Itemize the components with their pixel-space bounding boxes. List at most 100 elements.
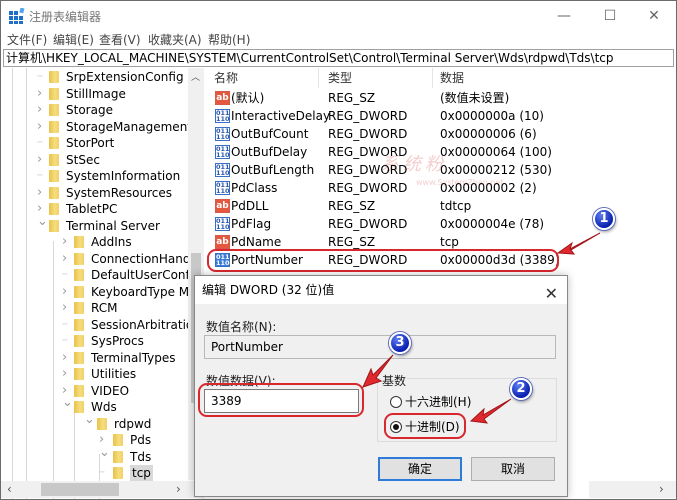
tree-item[interactable]: ─ DefaultUserConfigu <box>1 267 203 284</box>
folder-icon <box>74 236 84 248</box>
value-row[interactable]: 011 110 OutBufDelay REG_DWORD 0x00000064 (10… <box>206 143 676 161</box>
tree-item[interactable]: ⌄ Wds <box>1 395 201 416</box>
scroll-right-icon[interactable]: › <box>176 482 181 496</box>
value-data: 0x00000002 (2) <box>440 181 537 195</box>
tree-item-label: SystemInformation <box>66 169 181 183</box>
expand-chevron-icon[interactable]: › <box>37 185 47 201</box>
column-header-type[interactable]: 类型 <box>328 68 352 88</box>
h-scroll-thumb[interactable] <box>41 483 119 496</box>
dialog-title: 编辑 DWORD (32 位)值 <box>202 283 335 297</box>
expand-chevron-icon[interactable]: › <box>62 251 72 267</box>
menu-edit[interactable]: 编辑(E) <box>53 31 94 48</box>
value-row[interactable]: 011 110 OutBufLength REG_DWORD 0x00000212 (5… <box>206 161 676 179</box>
tree-horizontal-scrollbar[interactable]: ‹ › <box>1 481 204 498</box>
folder-icon <box>49 71 59 83</box>
radio-hex-label: 十六进制(H) <box>405 395 472 409</box>
tree-item[interactable]: › Storage <box>1 102 201 119</box>
tree-item[interactable]: ─ tcp <box>1 465 201 482</box>
minimize-button[interactable]: — <box>541 1 587 31</box>
value-name: InteractiveDelay <box>231 109 331 123</box>
tree-item[interactable]: ─ SrpExtensionConfig <box>1 69 201 86</box>
menu-bar: 文件(F) 编辑(E) 查看(V) 收藏夹(A) 帮助(H) <box>1 31 676 49</box>
column-header-data[interactable]: 数据 <box>440 68 464 88</box>
scroll-left-icon[interactable]: ‹ <box>7 482 12 496</box>
menu-help[interactable]: 帮助(H) <box>208 31 250 48</box>
annotation-badge-2: 2 <box>510 378 532 400</box>
value-type: REG_DWORD <box>328 109 408 123</box>
expand-chevron-icon[interactable]: › <box>62 284 72 300</box>
tree-item-label: SystemResources <box>66 185 173 200</box>
menu-favorites[interactable]: 收藏夹(A) <box>148 31 202 48</box>
tree-item[interactable]: › KeyboardType Map <box>1 284 203 301</box>
tree-item[interactable]: › RCM <box>1 300 201 317</box>
collapse-chevron-icon[interactable]: ⌄ <box>62 395 73 411</box>
scroll-up-icon[interactable]: ︿ <box>191 70 200 83</box>
value-data: 0x00000212 (530) <box>440 163 552 177</box>
ok-button[interactable]: 确定 <box>378 457 462 481</box>
tree-item-label: TerminalTypes <box>91 350 176 365</box>
column-divider[interactable] <box>318 68 319 88</box>
tree-item-label: SysProcs <box>91 334 144 348</box>
value-type: REG_DWORD <box>328 127 408 141</box>
tree-item[interactable]: › StSec <box>1 152 201 169</box>
tree-item[interactable]: ─ SystemInformation <box>1 168 201 185</box>
column-divider[interactable] <box>432 68 433 88</box>
value-row[interactable]: 011 110 OutBufCount REG_DWORD 0x00000006 (6) <box>206 125 676 143</box>
expand-chevron-icon[interactable]: › <box>62 350 72 366</box>
dialog-close-icon[interactable]: ✕ <box>545 280 558 308</box>
expand-chevron-icon[interactable]: › <box>37 102 47 118</box>
column-header-name[interactable]: 名称 <box>214 68 238 88</box>
registry-tree: ─ SrpExtensionConfig › StillImage › Storage › S… <box>1 68 204 499</box>
tree-item[interactable]: ─ SessionArbitrationH <box>1 317 203 334</box>
folder-icon <box>49 137 59 149</box>
tree-item[interactable]: › ConnectionHandler <box>1 251 203 268</box>
tree-item[interactable]: › TerminalTypes <box>1 350 201 367</box>
string-value-icon: ab <box>215 235 230 249</box>
maximize-icon: ☐ <box>603 8 617 24</box>
tree-item[interactable]: ─ SysProcs <box>1 333 201 350</box>
value-name: PdFlag <box>231 217 272 231</box>
expand-chevron-icon[interactable]: › <box>37 86 47 102</box>
tree-item[interactable]: › AddIns <box>1 234 201 251</box>
expand-chevron-icon[interactable]: › <box>62 366 72 382</box>
tree-leaf-connector: ─ <box>99 468 105 478</box>
tree-item[interactable]: ─ StorPort <box>1 135 201 152</box>
tree-item[interactable]: › VIDEO <box>1 383 201 400</box>
tree-item[interactable]: › SystemResources <box>1 185 201 202</box>
expand-chevron-icon[interactable]: › <box>37 119 47 135</box>
tree-item[interactable]: ⌄ rdpwd <box>1 412 201 433</box>
value-row[interactable]: ab (默认) REG_SZ (数值未设置) <box>206 89 676 107</box>
list-scroll-right-icon[interactable]: › <box>659 482 664 496</box>
value-row[interactable]: 011 110 PdClass REG_DWORD 0x00000002 (2) <box>206 179 676 197</box>
collapse-chevron-icon[interactable]: ⌄ <box>99 445 110 461</box>
address-bar[interactable]: 计算机\HKEY_LOCAL_MACHINE\SYSTEM\CurrentCon… <box>3 49 674 67</box>
expand-chevron-icon[interactable]: › <box>37 152 47 168</box>
tree-item[interactable]: › TabletPC <box>1 201 201 218</box>
close-button[interactable]: ✕ <box>631 1 677 31</box>
tree-item[interactable]: › Utilities <box>1 366 201 383</box>
folder-icon <box>74 252 84 265</box>
tree-item-label: Utilities <box>91 367 137 381</box>
maximize-button[interactable]: ☐ <box>587 1 633 31</box>
value-name: OutBufDelay <box>231 145 308 159</box>
value-type: REG_DWORD <box>328 145 408 159</box>
tree-item[interactable]: › StillImage <box>1 86 201 103</box>
menu-file[interactable]: 文件(F) <box>7 31 47 48</box>
collapse-chevron-icon[interactable]: ⌄ <box>84 412 95 428</box>
menu-view[interactable]: 查看(V) <box>99 31 141 48</box>
cancel-button[interactable]: 取消 <box>471 457 555 481</box>
string-value-icon: ab <box>215 91 230 105</box>
binary-value-icon: 011 110 <box>215 109 230 123</box>
tree-item[interactable]: ⌄ Tds <box>1 445 201 466</box>
value-row[interactable]: 011 110 InteractiveDelay REG_DWORD 0x0000000… <box>206 107 676 125</box>
folder-icon <box>74 318 84 331</box>
value-type: REG_DWORD <box>328 181 408 195</box>
folder-icon <box>74 302 84 314</box>
collapse-chevron-icon[interactable]: ⌄ <box>37 214 48 230</box>
tree-item[interactable]: › StorageManagement <box>1 119 201 136</box>
expand-chevron-icon[interactable]: › <box>62 300 72 316</box>
expand-chevron-icon[interactable]: › <box>62 234 72 250</box>
list-horizontal-scrollbar[interactable]: › <box>589 481 676 498</box>
radio-hexadecimal[interactable]: 十六进制(H) <box>390 393 471 410</box>
tree-item[interactable]: ⌄ Terminal Server <box>1 214 201 235</box>
